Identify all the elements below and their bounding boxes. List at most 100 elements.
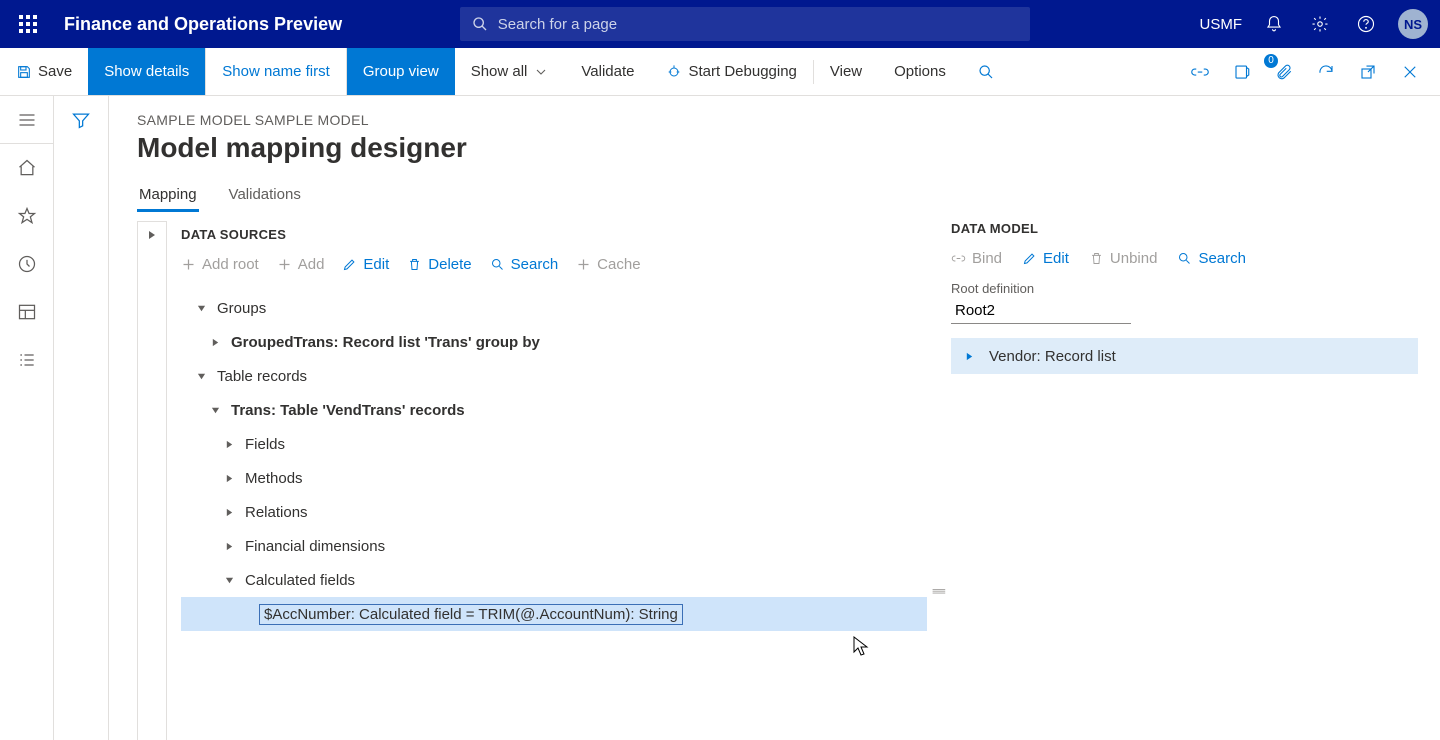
tree-node-fields[interactable]: Fields — [181, 427, 927, 461]
top-right: USMF NS — [1200, 9, 1429, 39]
caret-right-icon — [147, 230, 157, 240]
cmdbar-right: 0 — [1186, 48, 1440, 95]
bug-icon — [666, 64, 682, 80]
collapse-strip[interactable] — [137, 221, 167, 740]
bind-button[interactable]: Bind — [951, 250, 1002, 267]
start-debugging-label: Start Debugging — [688, 63, 796, 80]
command-bar: Save Show details Show name first Group … — [0, 48, 1440, 96]
data-sources-pane: DATA SOURCES Add root Add Edit Delete Se… — [137, 221, 927, 740]
attach-icon[interactable]: 0 — [1270, 58, 1298, 86]
shell: SAMPLE MODEL SAMPLE MODEL Model mapping … — [0, 96, 1440, 740]
avatar[interactable]: NS — [1398, 9, 1428, 39]
bell-icon[interactable] — [1260, 10, 1288, 38]
ds-search-label: Search — [511, 256, 559, 273]
validate-button[interactable]: Validate — [565, 48, 650, 95]
popout-icon[interactable] — [1354, 58, 1382, 86]
cache-button[interactable]: Cache — [576, 256, 640, 273]
edit-label: Edit — [363, 256, 389, 273]
modules-icon[interactable] — [0, 336, 54, 384]
view-menu[interactable]: View — [814, 48, 878, 95]
recent-icon[interactable] — [0, 240, 54, 288]
help-icon[interactable] — [1352, 10, 1380, 38]
tree-label: $AccNumber: Calculated field = TRIM(@.Ac… — [259, 604, 683, 625]
tree-label: Groups — [217, 300, 266, 317]
delete-button[interactable]: Delete — [407, 256, 471, 273]
add-button[interactable]: Add — [277, 256, 325, 273]
tree-node-relations[interactable]: Relations — [181, 495, 927, 529]
global-search-placeholder: Search for a page — [498, 16, 617, 33]
home-icon[interactable] — [0, 144, 54, 192]
tree-label: Methods — [245, 470, 303, 487]
unbind-button[interactable]: Unbind — [1089, 250, 1158, 267]
tree-label: Trans: Table 'VendTrans' records — [231, 402, 465, 419]
dm-search-label: Search — [1198, 250, 1246, 267]
add-root-button[interactable]: Add root — [181, 256, 259, 273]
refresh-icon[interactable] — [1312, 58, 1340, 86]
gear-icon[interactable] — [1306, 10, 1334, 38]
dm-search-button[interactable]: Search — [1177, 250, 1246, 267]
link-icon[interactable] — [1186, 58, 1214, 86]
data-sources-header: DATA SOURCES — [181, 227, 927, 242]
tree-label: Relations — [245, 504, 308, 521]
tabs: Mapping Validations — [137, 180, 1440, 213]
funnel-icon[interactable] — [71, 110, 91, 740]
tab-mapping[interactable]: Mapping — [137, 180, 199, 212]
tree-label: Financial dimensions — [245, 538, 385, 555]
dm-edit-button[interactable]: Edit — [1022, 250, 1069, 267]
nav-rail — [0, 96, 54, 740]
tree-node-groupedtrans[interactable]: GroupedTrans: Record list 'Trans' group … — [181, 325, 927, 359]
start-debugging-button[interactable]: Start Debugging — [650, 48, 812, 95]
tree-label: GroupedTrans: Record list 'Trans' group … — [231, 334, 540, 351]
cache-label: Cache — [597, 256, 640, 273]
splitter[interactable]: ⫼ — [927, 221, 951, 740]
search-icon — [472, 16, 488, 32]
tree-node-trans[interactable]: Trans: Table 'VendTrans' records — [181, 393, 927, 427]
company-label[interactable]: USMF — [1200, 16, 1243, 33]
data-sources-tree: Groups GroupedTrans: Record list 'Trans'… — [181, 291, 927, 631]
filter-column — [54, 96, 109, 740]
add-root-label: Add root — [202, 256, 259, 273]
show-details-button[interactable]: Show details — [88, 48, 205, 95]
tree-node-accnumber[interactable]: $AccNumber: Calculated field = TRIM(@.Ac… — [181, 597, 927, 631]
show-name-first-button[interactable]: Show name first — [205, 48, 347, 95]
save-icon — [16, 64, 32, 80]
tree-label: Fields — [245, 436, 285, 453]
group-view-button[interactable]: Group view — [347, 48, 455, 95]
options-menu[interactable]: Options — [878, 48, 962, 95]
hamburger-icon[interactable] — [0, 96, 54, 144]
save-label: Save — [38, 63, 72, 80]
office-icon[interactable] — [1228, 58, 1256, 86]
edit-button[interactable]: Edit — [342, 256, 389, 273]
root-definition-input[interactable] — [951, 298, 1131, 324]
ds-search-button[interactable]: Search — [490, 256, 559, 273]
data-model-node-vendor[interactable]: Vendor: Record list — [951, 338, 1418, 374]
add-label: Add — [298, 256, 325, 273]
tree-node-methods[interactable]: Methods — [181, 461, 927, 495]
root-definition-label: Root definition — [951, 281, 1418, 296]
workspace-icon[interactable] — [0, 288, 54, 336]
breadcrumb: SAMPLE MODEL SAMPLE MODEL — [137, 112, 1440, 128]
main-area: SAMPLE MODEL SAMPLE MODEL Model mapping … — [109, 96, 1440, 740]
tree-node-calcfields[interactable]: Calculated fields — [181, 563, 927, 597]
waffle-icon[interactable] — [12, 8, 44, 40]
save-button[interactable]: Save — [0, 48, 88, 95]
panes: DATA SOURCES Add root Add Edit Delete Se… — [137, 221, 1440, 740]
attach-badge: 0 — [1264, 54, 1278, 68]
tree-node-groups[interactable]: Groups — [181, 291, 927, 325]
tree-label: Table records — [217, 368, 307, 385]
data-model-header: DATA MODEL — [951, 221, 1418, 236]
star-icon[interactable] — [0, 192, 54, 240]
tree-node-table-records[interactable]: Table records — [181, 359, 927, 393]
tree-node-findim[interactable]: Financial dimensions — [181, 529, 927, 563]
show-all-dropdown[interactable]: Show all — [455, 48, 566, 95]
tab-validations[interactable]: Validations — [227, 180, 303, 212]
data-model-toolbar: Bind Edit Unbind Search — [951, 250, 1418, 267]
tree-label: Calculated fields — [245, 572, 355, 589]
delete-label: Delete — [428, 256, 471, 273]
chevron-down-icon — [533, 64, 549, 80]
close-icon[interactable] — [1396, 58, 1424, 86]
cmd-search-button[interactable] — [962, 48, 1010, 95]
top-nav: Finance and Operations Preview Search fo… — [0, 0, 1440, 48]
global-search[interactable]: Search for a page — [460, 7, 1030, 41]
cursor-icon — [853, 636, 869, 659]
